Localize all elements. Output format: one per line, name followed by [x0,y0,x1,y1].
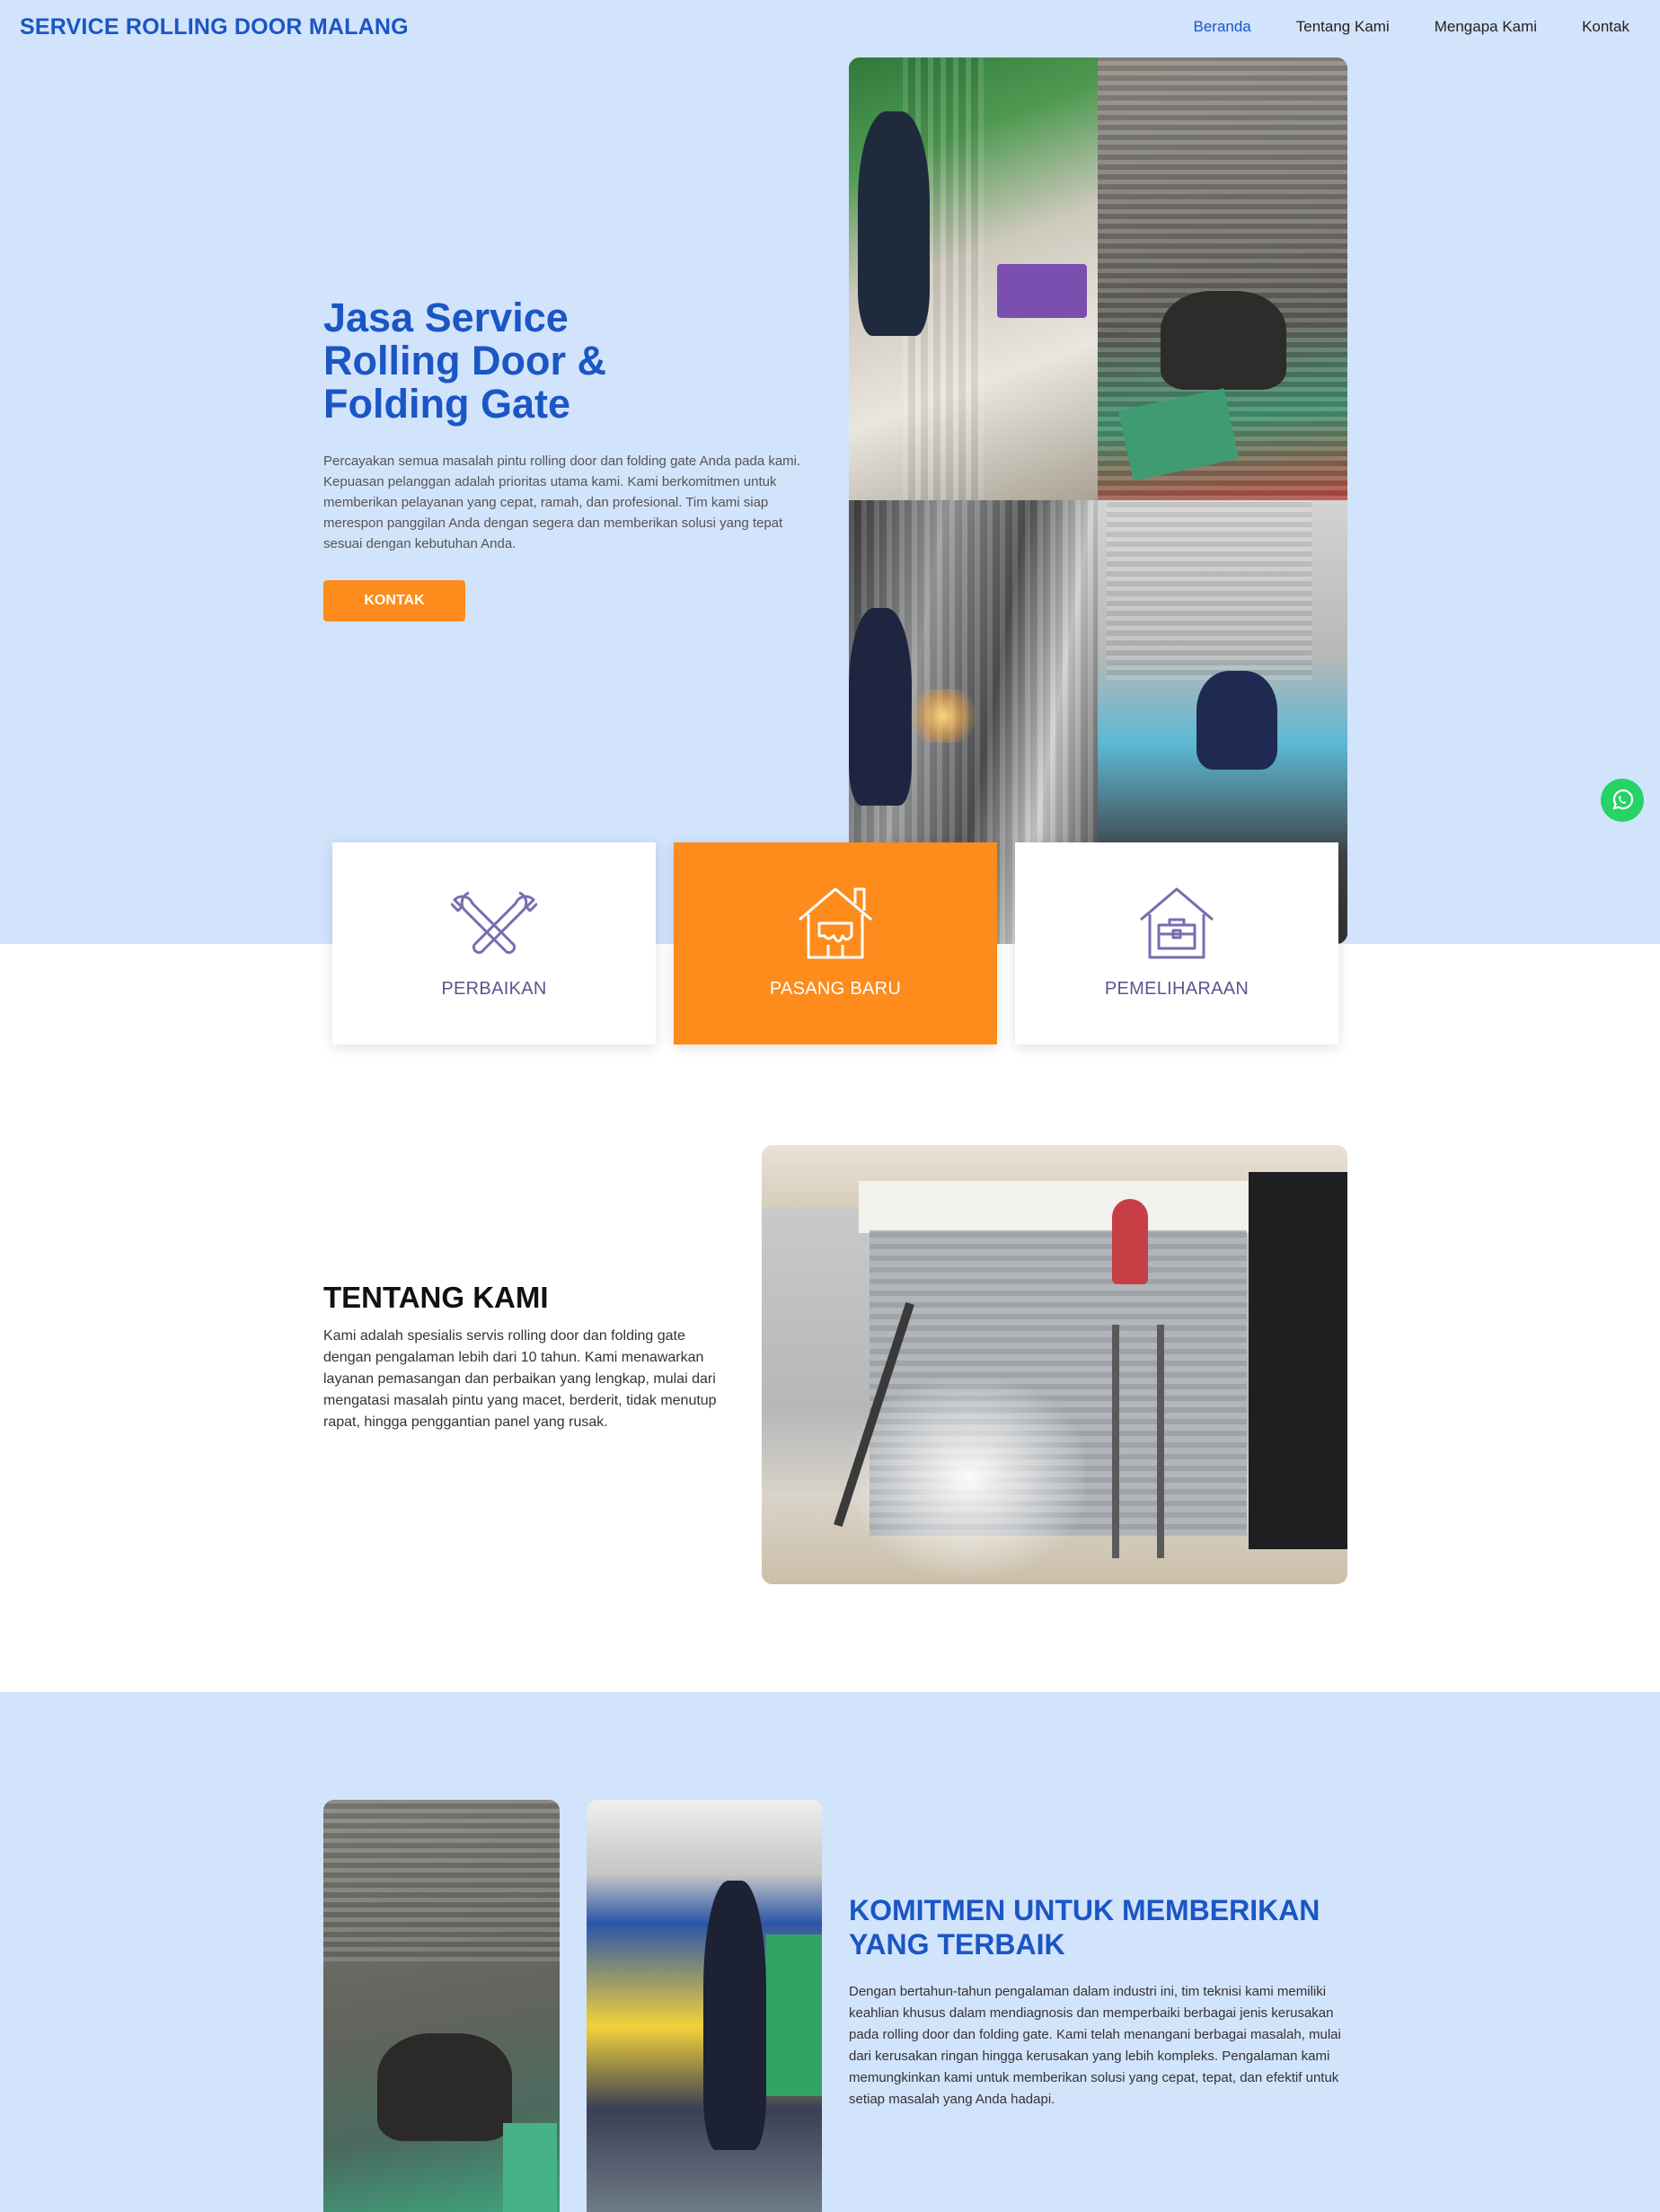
service-label: PERBAIKAN [441,979,547,999]
commitment-section [0,1692,1660,2212]
commitment-photo-installation [587,1800,822,2212]
hero-title: Jasa Service Rolling Door & Folding Gate [323,295,606,427]
main-nav: Beranda Tentang Kami Mengapa Kami Kontak [1193,18,1629,36]
hero-section: Jasa Service Rolling Door & Folding Gate… [0,0,1660,944]
photo-welding-gate [849,57,1098,500]
site-header: SERVICE ROLLING DOOR MALANG Beranda Tent… [0,0,1660,57]
whatsapp-button[interactable] [1601,779,1644,822]
service-card-pemeliharaan[interactable]: PEMELIHARAAN [1015,842,1338,1044]
nav-link-tentang-kami[interactable]: Tentang Kami [1296,18,1390,36]
commitment-photo-repair [323,1800,560,2212]
about-photo [762,1145,1347,1584]
nav-link-mengapa-kami[interactable]: Mengapa Kami [1435,18,1537,36]
contact-button[interactable]: KONTAK [323,580,465,621]
tools-icon [451,891,537,955]
house-paint-icon [799,887,872,959]
commitment-title: KOMITMEN UNTUK MEMBERIKAN YANG TERBAIK [849,1894,1320,1961]
site-brand[interactable]: SERVICE ROLLING DOOR MALANG [20,14,409,40]
nav-link-kontak[interactable]: Kontak [1582,18,1629,36]
service-card-pasang-baru[interactable]: PASANG BARU [674,842,997,1044]
service-cards: PERBAIKAN PASANG BARU PEMELIHARAAN [332,842,1338,1044]
hero-description: Percayakan semua masalah pintu rolling d… [323,454,801,551]
house-toolbox-icon [1140,887,1214,959]
whatsapp-icon [1612,789,1634,810]
nav-link-beranda[interactable]: Beranda [1193,18,1250,36]
about-description: Kami adalah spesialis servis rolling doo… [323,1328,717,1430]
service-label: PASANG BARU [769,979,902,999]
service-card-perbaikan[interactable]: PERBAIKAN [332,842,656,1044]
about-title: TENTANG KAMI [323,1281,549,1314]
photo-repair-rolling-door [1098,57,1347,500]
service-label: PEMELIHARAAN [1104,979,1249,999]
commitment-description: Dengan bertahun-tahun pengalaman dalam i… [849,1984,1341,2107]
hero-photo-collage [849,57,1347,944]
